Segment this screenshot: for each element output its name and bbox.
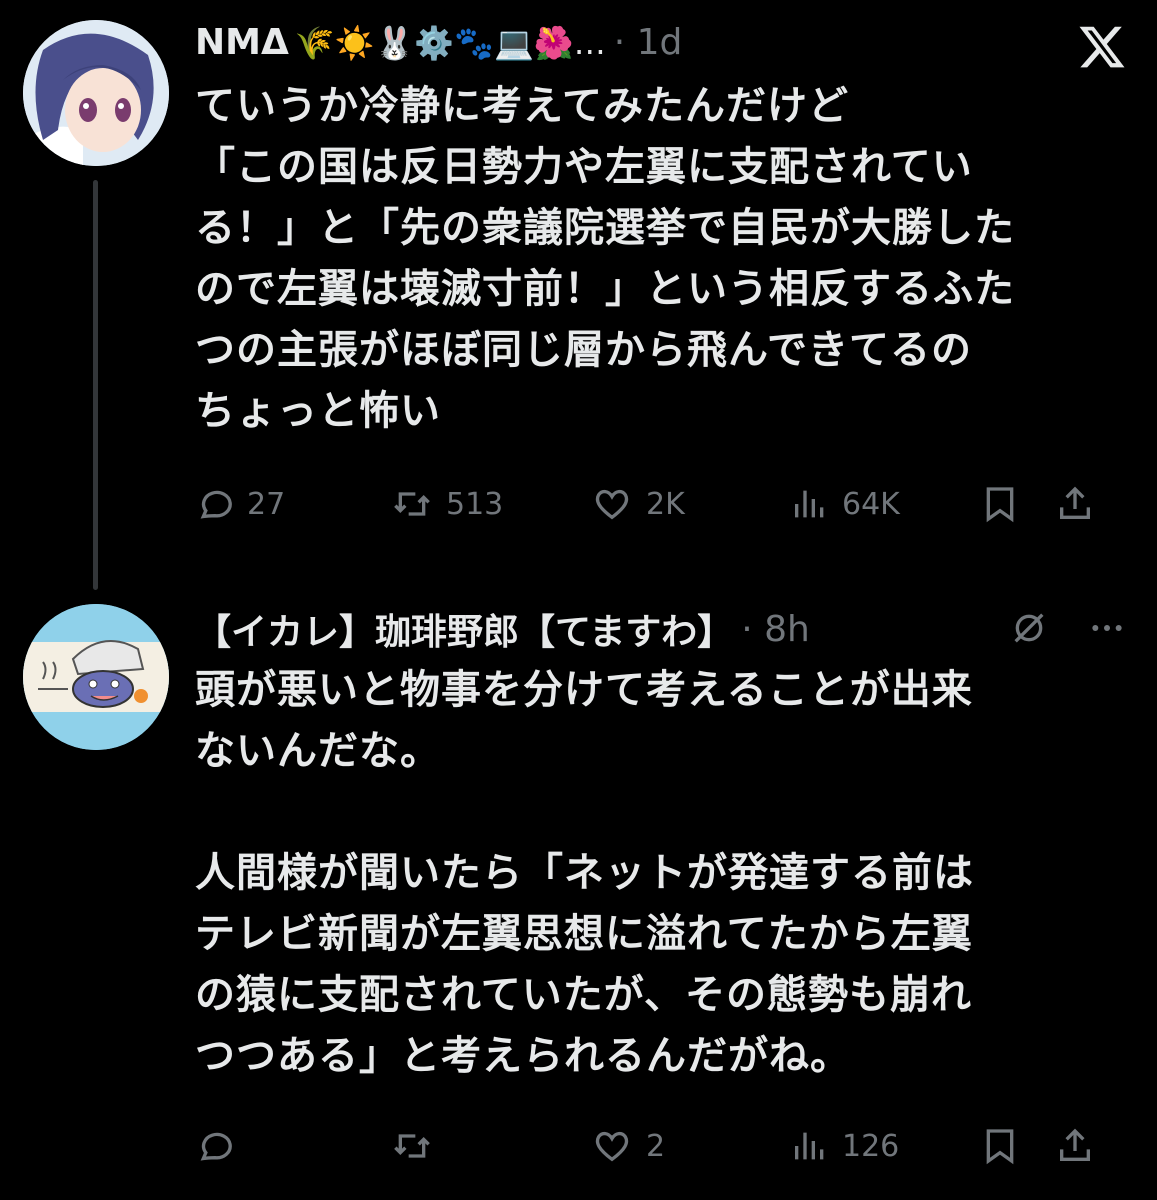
action-bar: 27 513 2K 64K	[195, 484, 1130, 524]
tweet-header: 【イカレ】珈琲野郎【てますわ】 · 8h	[195, 603, 810, 655]
reply-count: 27	[247, 486, 286, 522]
thread-line	[93, 180, 98, 590]
bookmark-button[interactable]	[980, 1126, 1055, 1166]
repost-button[interactable]: 513	[390, 484, 590, 524]
like-count: 2	[646, 1128, 666, 1164]
like-count: 2K	[646, 486, 685, 522]
heart-icon	[590, 1126, 634, 1166]
reply-button[interactable]	[195, 1126, 390, 1166]
heart-icon	[590, 484, 634, 524]
tweet-header-actions	[1009, 608, 1127, 652]
bookmark-button[interactable]	[980, 484, 1055, 524]
reply-icon	[195, 1126, 235, 1166]
bookmark-icon	[980, 484, 1020, 524]
like-button[interactable]: 2	[590, 1126, 790, 1166]
views-icon	[790, 484, 830, 524]
like-button[interactable]: 2K	[590, 484, 790, 524]
more-icon[interactable]	[1087, 608, 1127, 652]
avatar[interactable]	[23, 604, 169, 750]
repost-icon	[390, 1126, 434, 1166]
views-count: 64K	[842, 486, 900, 522]
views-count: 126	[842, 1128, 900, 1164]
author-emojis: 🌾☀️🐰⚙️🐾💻🌺…	[294, 23, 606, 62]
tweet-header: NMΔ 🌾☀️🐰⚙️🐾💻🌺… · 1d	[195, 22, 682, 63]
author-name[interactable]: 【イカレ】珈琲野郎【てますわ】	[195, 603, 733, 655]
repost-icon	[390, 484, 434, 524]
reply-button[interactable]: 27	[195, 484, 390, 524]
timestamp[interactable]: · 1d	[614, 22, 683, 63]
x-logo-icon[interactable]	[1077, 22, 1127, 76]
views-icon	[790, 1126, 830, 1166]
repost-count: 513	[446, 486, 504, 522]
share-icon	[1055, 1126, 1095, 1166]
share-button[interactable]	[1055, 1126, 1095, 1166]
tweet-text: 頭が悪いと物事を分けて考えることが出来 ないんだな。 人間様が聞いたら「ネットが…	[195, 667, 974, 1079]
reply-icon	[195, 484, 235, 524]
tweet-text: ていうか冷静に考えてみたんだけど 「この国は反日勢力や左翼に支配されてい る！」…	[195, 83, 1015, 434]
bookmark-icon	[980, 1126, 1020, 1166]
avatar[interactable]	[23, 20, 169, 166]
share-button[interactable]	[1055, 484, 1095, 524]
views-button[interactable]: 64K	[790, 484, 980, 524]
timestamp[interactable]: · 8h	[741, 609, 810, 650]
views-button[interactable]: 126	[790, 1126, 980, 1166]
author-name[interactable]: NMΔ	[195, 22, 289, 63]
action-bar: 2 126	[195, 1126, 1130, 1166]
repost-button[interactable]	[390, 1126, 590, 1166]
share-icon	[1055, 484, 1095, 524]
grok-icon[interactable]	[1009, 608, 1049, 652]
